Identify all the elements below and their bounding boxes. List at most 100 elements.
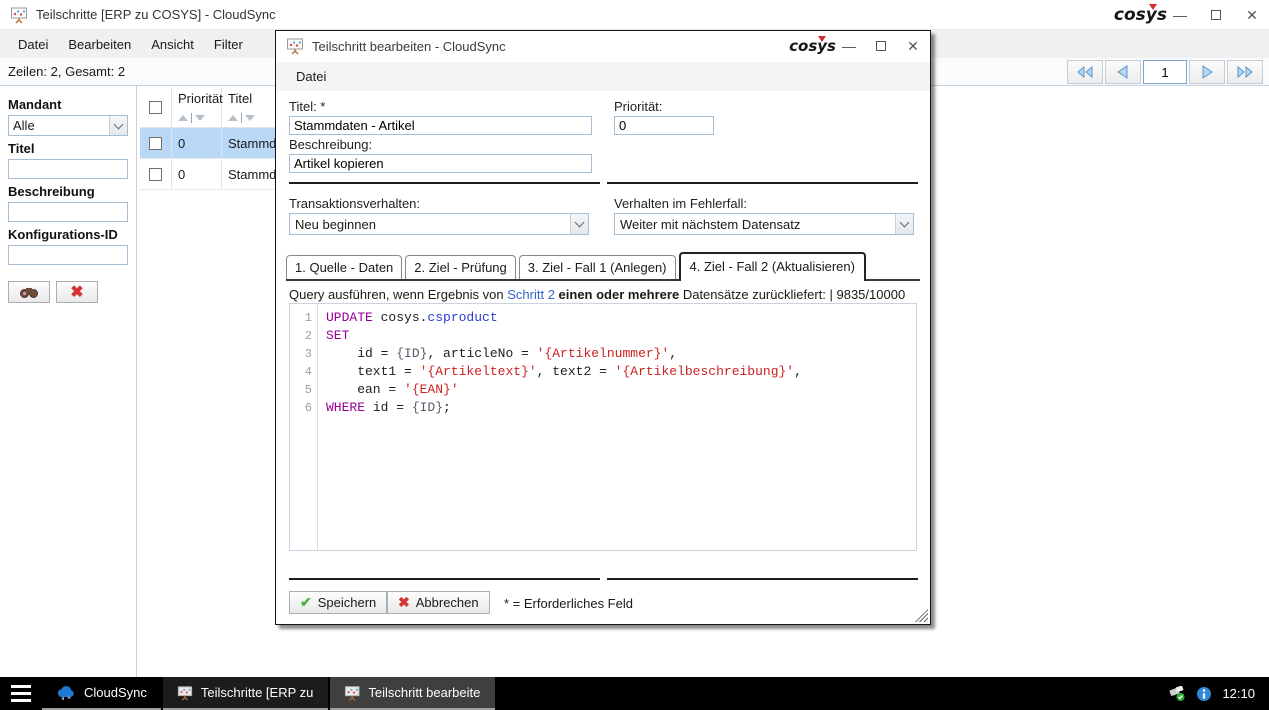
- sort-asc-icon[interactable]: [228, 115, 238, 121]
- schritt-2-link[interactable]: Schritt 2: [507, 287, 555, 302]
- system-tray: 12:10: [1168, 677, 1269, 710]
- menu-item[interactable]: Ansicht: [141, 32, 204, 57]
- info-icon[interactable]: [1196, 686, 1212, 702]
- prioritaet-label: Priorität:: [614, 99, 662, 114]
- search-button[interactable]: [8, 281, 50, 303]
- fehlerfall-select[interactable]: Weiter mit nächstem Datensatz: [614, 213, 914, 235]
- app-icon: [344, 684, 360, 702]
- titel-input[interactable]: [289, 116, 592, 135]
- query-hint: Query ausführen, wenn Ergebnis von Schri…: [289, 287, 905, 302]
- resize-grip[interactable]: [915, 609, 928, 622]
- prev-page-icon: [1115, 64, 1131, 80]
- cell-prioritaet: 0: [178, 167, 185, 182]
- menu-item[interactable]: Filter: [204, 32, 253, 57]
- green-check-icon: ✔: [300, 594, 312, 611]
- taskbar-item-teilschritt-bearbeiten[interactable]: Teilschritt bearbeite...: [330, 677, 495, 710]
- cosys-logo: COSYS: [789, 37, 842, 55]
- beschreibung-filter-label: Beschreibung: [8, 184, 128, 199]
- app-icon: [177, 684, 193, 702]
- main-titlebar: Teilschritte [ERP zu COSYS] - CloudSync …: [0, 0, 1269, 30]
- transaktionsverhalten-select[interactable]: Neu beginnen: [289, 213, 589, 235]
- edit-dialog: Teilschritt bearbeiten - CloudSync COSYS…: [275, 30, 931, 625]
- first-page-icon: [1076, 65, 1094, 79]
- beschreibung-filter-input[interactable]: [8, 202, 128, 222]
- row-checkbox[interactable]: [149, 168, 162, 181]
- tab[interactable]: 1. Quelle - Daten: [286, 255, 402, 281]
- close-button[interactable]: ✕: [906, 39, 920, 53]
- konfigurations-id-input[interactable]: [8, 245, 128, 265]
- mandant-select[interactable]: Alle: [8, 115, 128, 136]
- minimize-button[interactable]: —: [1173, 8, 1187, 22]
- transaktionsverhalten-label: Transaktionsverhalten:: [289, 196, 420, 211]
- line-numbers: 123456: [290, 304, 318, 550]
- tab[interactable]: 3. Ziel - Fall 1 (Anlegen): [519, 255, 676, 281]
- binoculars-icon: [19, 285, 39, 299]
- next-page-button[interactable]: [1189, 60, 1225, 84]
- dialog-titlebar: Teilschritt bearbeiten - CloudSync COSYS…: [276, 31, 930, 61]
- sort-prioritaet[interactable]: [178, 113, 215, 123]
- titel-filter-input[interactable]: [8, 159, 128, 179]
- titel-label: Titel: *: [289, 99, 325, 114]
- last-page-icon: [1236, 65, 1254, 79]
- close-button[interactable]: ✕: [1245, 8, 1259, 22]
- cloud-sync-icon: [56, 685, 76, 701]
- maximize-button[interactable]: [1209, 8, 1223, 22]
- sql-editor[interactable]: 123456 UPDATE cosys.csproductSET id = {I…: [289, 303, 917, 551]
- menu-item[interactable]: Datei: [8, 32, 58, 57]
- last-page-button[interactable]: [1227, 60, 1263, 84]
- taskbar-item-cloudsync[interactable]: CloudSync: [42, 677, 161, 710]
- prioritaet-input[interactable]: [614, 116, 714, 135]
- next-page-icon: [1199, 64, 1215, 80]
- menu-item[interactable]: Bearbeiten: [58, 32, 141, 57]
- filter-panel: Mandant Alle Titel Beschreibung Konfigur…: [0, 86, 137, 677]
- red-x-icon: ✖: [70, 282, 83, 302]
- step-tabs: 1. Quelle - Daten2. Ziel - Prüfung3. Zie…: [286, 253, 920, 281]
- start-menu-button[interactable]: [0, 677, 42, 710]
- menu-item[interactable]: Datei: [286, 64, 336, 89]
- save-button[interactable]: ✔ Speichern: [289, 591, 387, 614]
- fehlerfall-label: Verhalten im Fehlerfall:: [614, 196, 747, 211]
- beschreibung-label: Beschreibung:: [289, 137, 372, 152]
- clock: 12:10: [1222, 686, 1255, 701]
- red-x-icon: ✖: [398, 594, 410, 611]
- divider: [607, 578, 918, 580]
- page-number-input[interactable]: [1143, 60, 1187, 84]
- sort-asc-icon[interactable]: [178, 115, 188, 121]
- network-status-icon[interactable]: [1168, 686, 1186, 702]
- mandant-label: Mandant: [8, 97, 128, 112]
- main-window-title: Teilschritte [ERP zu COSYS] - CloudSync: [36, 7, 276, 22]
- konfigurations-id-label: Konfigurations-ID: [8, 227, 128, 242]
- prev-page-button[interactable]: [1105, 60, 1141, 84]
- beschreibung-input[interactable]: [289, 154, 592, 173]
- select-all-checkbox[interactable]: [149, 101, 162, 114]
- col-prioritaet: Priorität: [178, 91, 215, 106]
- app-icon: [286, 37, 304, 55]
- taskbar-item-teilschritte[interactable]: Teilschritte [ERP zu ...: [163, 677, 328, 710]
- divider: [607, 182, 918, 184]
- cancel-button[interactable]: ✖ Abbrechen: [387, 591, 490, 614]
- pager: [1067, 60, 1263, 84]
- cell-prioritaet: 0: [178, 136, 185, 151]
- maximize-button[interactable]: [874, 39, 888, 53]
- cosys-logo: COSYS: [1114, 5, 1173, 25]
- taskbar: CloudSync Teilschritte [ERP zu ... Teils…: [0, 677, 1269, 710]
- chevron-down-icon[interactable]: [109, 116, 127, 135]
- code-lines[interactable]: UPDATE cosys.csproductSET id = {ID}, art…: [318, 304, 916, 550]
- dialog-menubar: Datei: [276, 62, 930, 91]
- divider: [289, 182, 600, 184]
- app-icon: [10, 6, 28, 24]
- clear-filter-button[interactable]: ✖: [56, 281, 98, 303]
- minimize-button[interactable]: —: [842, 39, 856, 53]
- chevron-down-icon[interactable]: [895, 214, 913, 234]
- titel-filter-label: Titel: [8, 141, 128, 156]
- row-count-status: Zeilen: 2, Gesamt: 2: [8, 64, 125, 79]
- tab[interactable]: 4. Ziel - Fall 2 (Aktualisieren): [679, 252, 866, 281]
- tab[interactable]: 2. Ziel - Prüfung: [405, 255, 516, 281]
- sort-desc-icon[interactable]: [245, 115, 255, 121]
- first-page-button[interactable]: [1067, 60, 1103, 84]
- required-field-note: * = Erforderliches Feld: [504, 596, 633, 611]
- row-checkbox[interactable]: [149, 137, 162, 150]
- dialog-title: Teilschritt bearbeiten - CloudSync: [312, 39, 506, 54]
- chevron-down-icon[interactable]: [570, 214, 588, 234]
- sort-desc-icon[interactable]: [195, 115, 205, 121]
